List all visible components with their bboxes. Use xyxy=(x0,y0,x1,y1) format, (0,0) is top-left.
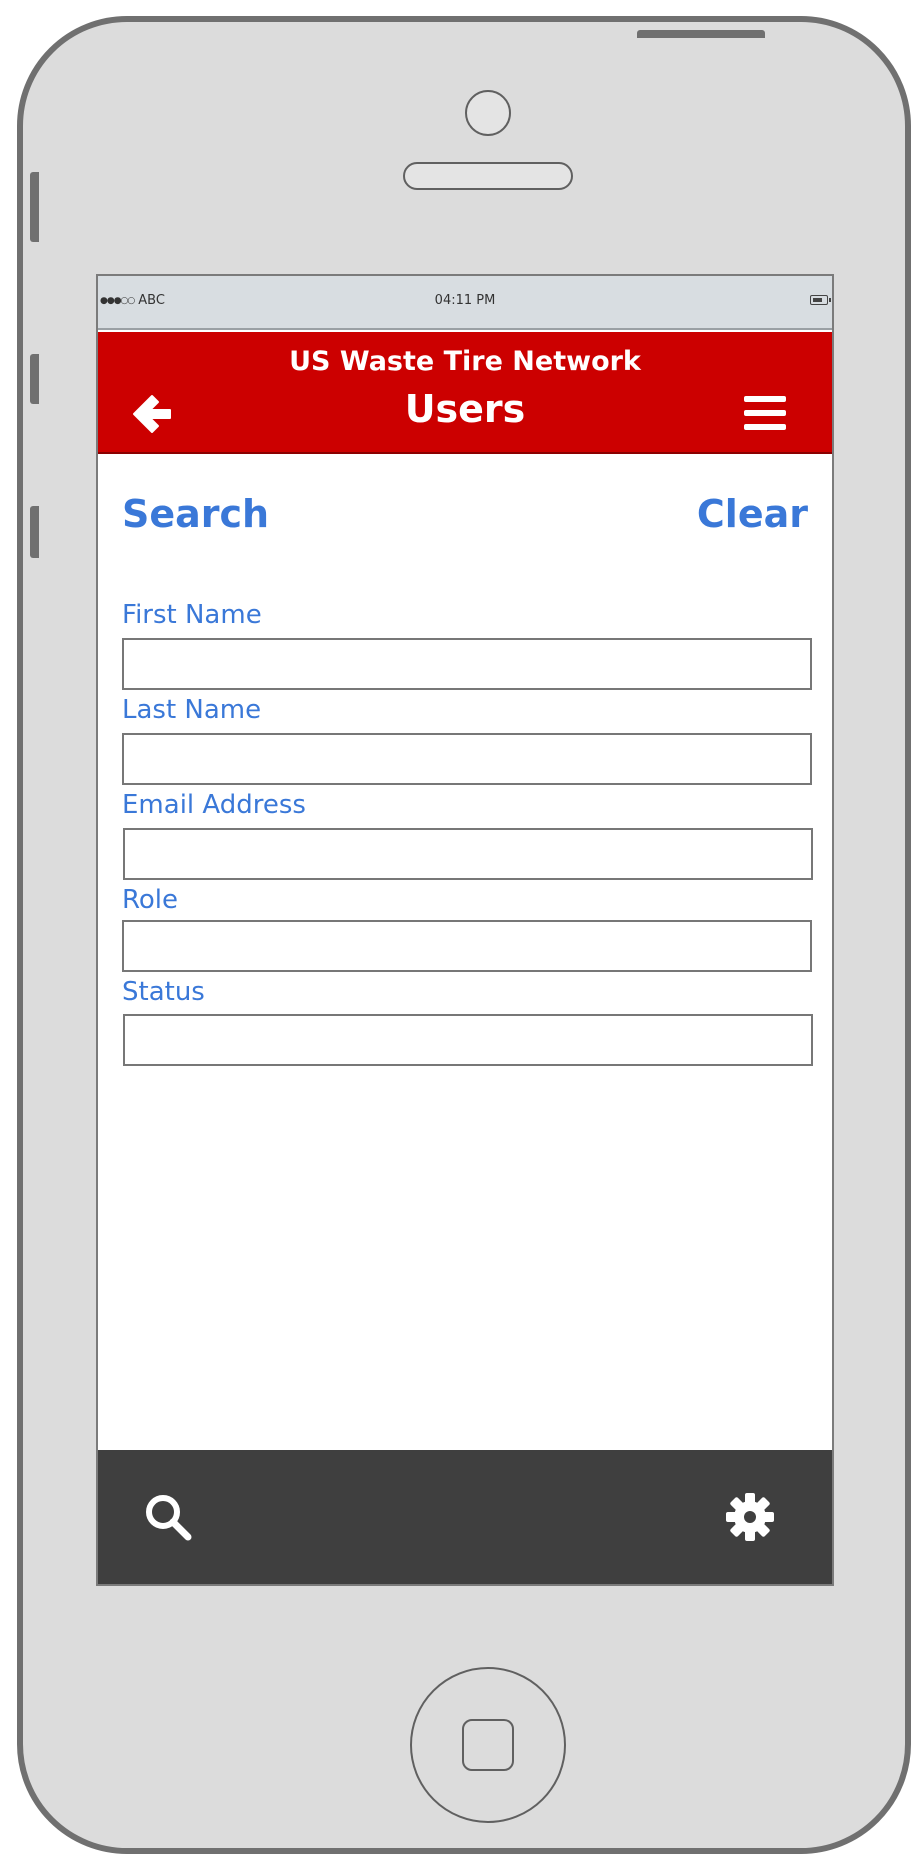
front-camera xyxy=(465,90,511,136)
battery-icon xyxy=(810,295,831,305)
app-header: US Waste Tire Network Users xyxy=(98,332,832,454)
status-bar: ●●●○○ ABC 04:11 PM xyxy=(98,276,832,330)
clear-button[interactable]: Clear xyxy=(697,492,808,536)
email-address-label: Email Address xyxy=(122,790,306,820)
home-button-square xyxy=(462,1719,514,1771)
email-address-input[interactable] xyxy=(123,828,813,880)
earpiece-speaker xyxy=(403,162,573,190)
status-label: Status xyxy=(122,977,205,1007)
role-label: Role xyxy=(122,885,179,915)
search-icon[interactable] xyxy=(142,1491,194,1543)
hamburger-menu-icon[interactable] xyxy=(742,390,788,436)
last-name-label: Last Name xyxy=(122,695,262,725)
app-title: US Waste Tire Network xyxy=(289,346,641,377)
mute-switch xyxy=(30,172,39,242)
home-button[interactable] xyxy=(410,1667,566,1823)
first-name-input[interactable] xyxy=(122,638,812,690)
first-name-label: First Name xyxy=(122,600,262,630)
status-time: 04:11 PM xyxy=(434,293,496,308)
power-button xyxy=(637,30,765,38)
status-input[interactable] xyxy=(123,1014,813,1066)
volume-up-button xyxy=(30,354,39,404)
last-name-input[interactable] xyxy=(122,733,812,785)
app-screen: ●●●○○ ABC 04:11 PM US Waste Tire Network… xyxy=(96,274,834,1586)
gear-icon[interactable] xyxy=(724,1491,776,1543)
search-button[interactable]: Search xyxy=(122,492,269,536)
role-input[interactable] xyxy=(122,920,812,972)
volume-down-button xyxy=(30,506,39,558)
page-title: Users xyxy=(404,387,526,431)
bottom-tab-bar xyxy=(98,1450,832,1584)
